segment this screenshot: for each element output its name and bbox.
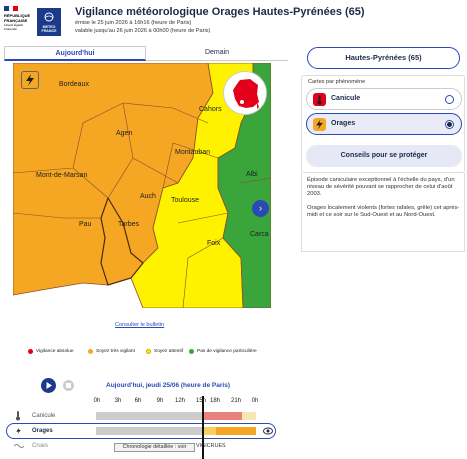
orages-radio[interactable] (445, 120, 454, 129)
meteo-france-logo: METEO FRANCE (37, 8, 61, 36)
row-crues-label: Crues (32, 443, 49, 449)
legend-red: Vigilance absolue (28, 349, 74, 354)
storm-badge (21, 71, 39, 89)
page-title: Vigilance météorologique Orages Hautes-P… (75, 6, 365, 18)
lightning-icon (16, 427, 21, 435)
day-tabs: Aujourd'hui Demain (4, 46, 288, 61)
row-canicule-label: Canicule (32, 413, 56, 419)
hour-3: 3h (114, 398, 122, 404)
legend-red-label: Vigilance absolue (36, 349, 74, 354)
tab-today[interactable]: Aujourd'hui (4, 46, 146, 61)
city-carcassonne: Carca (250, 231, 269, 238)
city-cahors: Cahors (199, 106, 222, 113)
hour-6: 6h (134, 398, 142, 404)
republic-motto: Liberté Égalité Fraternité (4, 23, 24, 31)
cards-title: Cartes par phénomène (308, 79, 366, 85)
lightning-icon (313, 118, 326, 131)
city-foix: Foix (207, 240, 221, 247)
hour-24: 0h (251, 398, 259, 404)
city-bordeaux: Bordeaux (59, 81, 89, 88)
time-cursor[interactable] (202, 396, 204, 459)
advice-button[interactable]: Conseils pour se protéger (306, 145, 462, 167)
chevron-right-icon[interactable]: › (252, 200, 269, 217)
orages-bar-orange (216, 427, 256, 435)
hour-0: 0h (93, 398, 101, 404)
stop-button[interactable] (63, 380, 74, 391)
hour-21: 21h (230, 398, 241, 404)
hour-12: 12h (174, 398, 185, 404)
france-minimap[interactable] (223, 71, 267, 115)
legend-green-label: Pas de vigilance particulière (197, 349, 257, 354)
play-button[interactable] (41, 378, 56, 393)
orages-bar-yellow (202, 427, 216, 435)
play-icon (46, 382, 52, 389)
france-icon (233, 79, 259, 109)
city-tarbes: Tarbes (118, 221, 140, 228)
canicule-bar-grey (96, 412, 202, 420)
valid-until: valable jusqu'au 26 juin 2026 à 00h00 (h… (75, 28, 211, 34)
city-pau: Pau (79, 221, 92, 228)
description-orages: Orages localement violents (fortes rafal… (307, 205, 460, 218)
row-orages-label: Orages (32, 428, 53, 434)
canicule-bar-red (202, 412, 242, 420)
timeline-title: Aujourd'hui, jeudi 25/06 (heure de Paris… (106, 382, 230, 389)
phenomenon-canicule[interactable]: Canicule (306, 88, 462, 110)
canicule-radio[interactable] (445, 95, 454, 104)
legend-yellow: Soyez attentif (146, 349, 183, 354)
legend-green: Pas de vigilance particulière (189, 349, 257, 354)
legend-yellow-label: Soyez attentif (154, 349, 184, 354)
phenomenon-orages-label: Orages (331, 120, 356, 127)
city-toulouse: Toulouse (171, 197, 200, 204)
meteo-france-icon (44, 12, 54, 22)
vigilance-map[interactable]: Bordeaux Agen Cahors Montauban Albi Mont… (13, 63, 271, 308)
eye-icon[interactable] (263, 427, 273, 435)
lightning-icon (26, 74, 34, 86)
phenomenon-orages[interactable]: Orages (306, 113, 462, 135)
hour-18: 18h (209, 398, 220, 404)
hour-9: 9h (156, 398, 164, 404)
tab-tomorrow[interactable]: Demain (146, 46, 288, 61)
chronology-button[interactable]: Chronologie détaillée : voir (114, 443, 195, 452)
orages-bar-grey (96, 427, 202, 435)
bulletin-link[interactable]: Consulter le bulletin (115, 322, 164, 328)
description-canicule: Épisode caniculaire exceptionnel à l'éch… (307, 177, 455, 197)
department-select-button[interactable]: Hautes-Pyrénées (65) (307, 47, 460, 69)
vigicrues-link[interactable]: VIGICRUES (196, 443, 226, 449)
city-montauban: Montauban (175, 149, 211, 156)
city-auch: Auch (140, 193, 156, 200)
city-mont-de-marsan: Mont-de-Marsan (36, 172, 88, 179)
phenomenon-canicule-label: Canicule (331, 95, 361, 102)
thermometer-icon (313, 93, 326, 106)
republique-francaise-logo: RÉPUBLIQUE FRANÇAISE Liberté Égalité Fra… (4, 6, 34, 42)
issued-date: émise le 25 juin 2026 à 16h16 (heure de … (75, 20, 192, 26)
city-agen: Agen (116, 130, 133, 137)
legend-orange-label: Soyez très vigilant (96, 349, 135, 354)
thermometer-icon (16, 411, 20, 421)
mf-logo-line-2: FRANCE (41, 29, 57, 33)
city-albi: Albi (246, 171, 258, 178)
canicule-bar-pale (242, 412, 256, 420)
wave-icon (14, 444, 24, 448)
legend-orange: Soyez très vigilant (88, 349, 135, 354)
